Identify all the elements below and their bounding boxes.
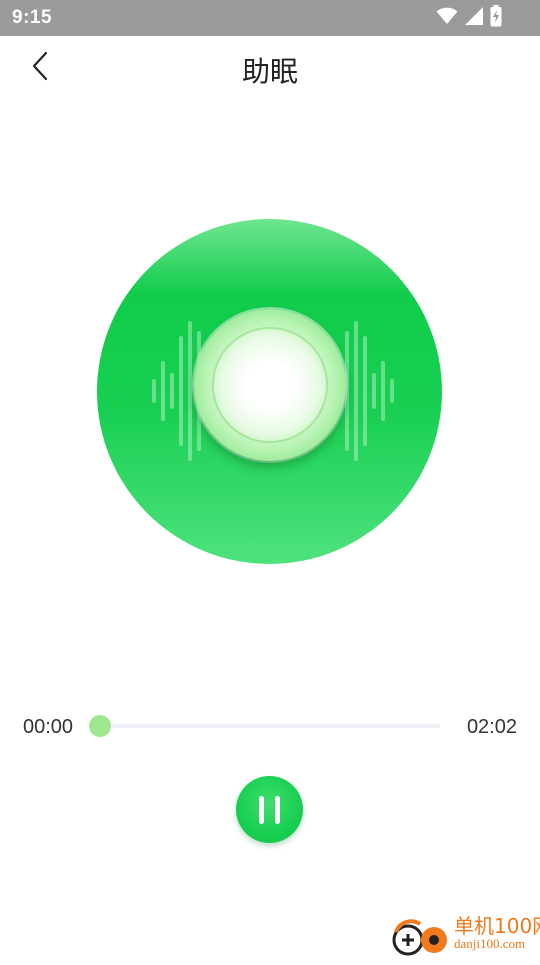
- sound-orb: [194, 309, 346, 461]
- total-time: 02:02: [466, 716, 517, 738]
- wifi-icon: [436, 7, 458, 30]
- status-icons: [436, 4, 502, 32]
- status-bar: 9:15: [0, 0, 540, 36]
- current-time: 00:00: [23, 716, 74, 738]
- wave-bar: [381, 361, 385, 421]
- watermark-title: 单机100网: [454, 914, 540, 938]
- wave-bar: [179, 336, 183, 446]
- signal-icon: [464, 6, 484, 31]
- header: 助眠: [0, 36, 540, 102]
- sound-visualizer: [97, 219, 442, 564]
- pause-button[interactable]: [236, 776, 303, 843]
- wave-bar: [354, 321, 358, 461]
- progress-slider[interactable]: [89, 715, 440, 737]
- wave-bar: [152, 379, 156, 403]
- watermark-subtitle: danji100.com: [454, 936, 526, 951]
- wave-bar: [372, 373, 376, 409]
- progress-knob[interactable]: [89, 715, 111, 737]
- status-time: 9:15: [12, 7, 53, 28]
- page-title: 助眠: [241, 55, 298, 88]
- wave-bar: [161, 361, 165, 421]
- wave-bar: [390, 379, 394, 403]
- battery-charging-icon: [490, 4, 502, 32]
- sound-orb-core: [214, 329, 326, 441]
- wave-bar: [188, 321, 192, 461]
- watermark: 单机100网 danji100.com: [390, 902, 540, 960]
- watermark-logo-icon: [392, 919, 447, 956]
- wave-bar: [363, 336, 367, 446]
- wave-bar: [170, 373, 174, 409]
